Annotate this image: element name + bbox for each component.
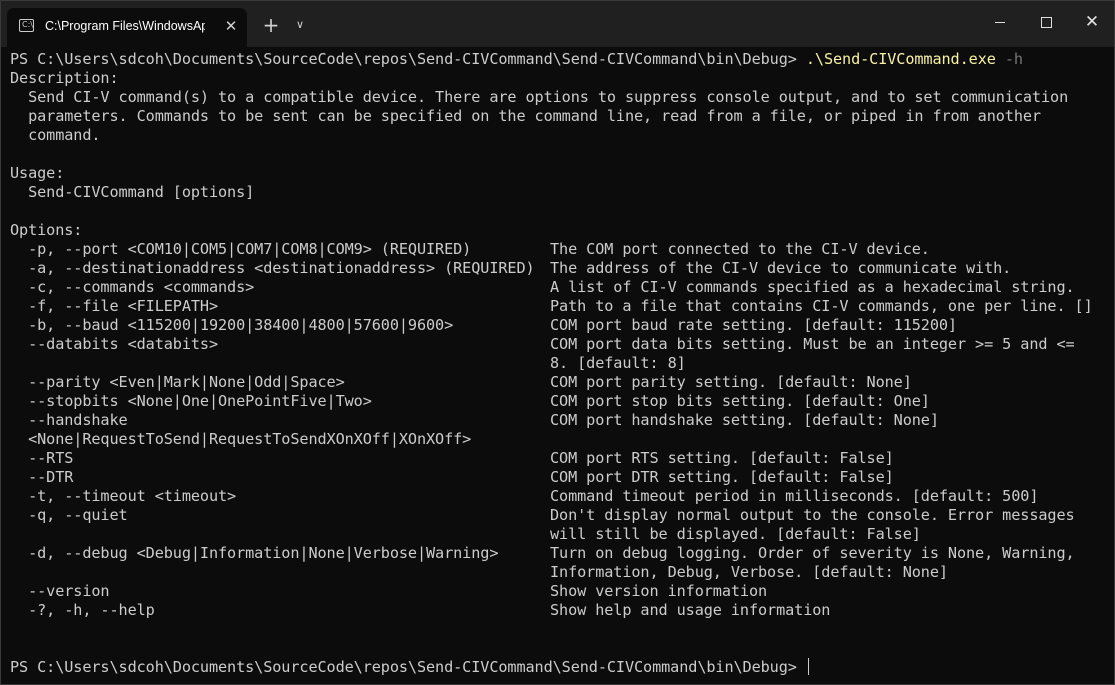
- maximize-button[interactable]: [1023, 9, 1069, 37]
- option-flag: --version: [10, 582, 110, 600]
- options-list: -p, --port <COM10|COM5|COM7|COM8|COM9> (…: [10, 240, 1110, 620]
- usage-header: Usage:: [10, 164, 65, 182]
- option-description: Don't display normal output to the conso…: [550, 506, 1075, 524]
- option-description: COM port data bits setting. Must be an i…: [550, 335, 1075, 353]
- minimize-button[interactable]: [977, 9, 1023, 37]
- option-row: -q, --quiet Don't display normal output t…: [10, 506, 1110, 525]
- close-tab-icon[interactable]: ✕: [219, 14, 243, 38]
- chevron-down-icon[interactable]: ∨: [289, 13, 311, 37]
- option-flag: -a, --destinationaddress <destinationadd…: [10, 259, 535, 277]
- close-window-button[interactable]: ✕: [1069, 9, 1115, 37]
- option-flag: --stopbits <None|One|OnePointFive|Two>: [10, 392, 372, 410]
- option-row: -c, --commands <commands> A list of CI-V …: [10, 278, 1110, 297]
- option-description: COM port baud rate setting. [default: 11…: [550, 316, 957, 334]
- option-row: -b, --baud <115200|19200|38400|4800|5760…: [10, 316, 1110, 335]
- option-description: COM port stop bits setting. [default: On…: [550, 392, 930, 410]
- terminal-window: C:\ C:\Program Files\WindowsAp ✕ + ∨ ✕ P…: [0, 0, 1115, 685]
- option-row: --parity <Even|Mark|None|Odd|Space> COM p…: [10, 373, 1110, 392]
- option-description: 8. [default: 8]: [550, 354, 686, 372]
- description-line: Send CI-V command(s) to a compatible dev…: [10, 88, 1069, 106]
- title-bar[interactable]: C:\ C:\Program Files\WindowsAp ✕ + ∨ ✕: [1, 1, 1114, 47]
- option-row: --databits <databits> COM port data bits …: [10, 335, 1110, 354]
- option-row: --stopbits <None|One|OnePointFive|Two> CO…: [10, 392, 1110, 411]
- command-flag: -h: [1004, 50, 1023, 68]
- option-description: Show help and usage information: [550, 601, 831, 619]
- terminal-icon: C:\: [19, 19, 34, 32]
- option-flag: -b, --baud <115200|19200|38400|4800|5760…: [10, 316, 454, 334]
- option-description: The COM port connected to the CI-V devic…: [550, 240, 930, 258]
- maximize-icon: [1041, 17, 1052, 28]
- option-description: will still be displayed. [default: False…: [550, 525, 921, 543]
- command-text: .\Send-CIVCommand.exe: [805, 50, 996, 68]
- new-tab-button[interactable]: +: [259, 13, 283, 37]
- option-row: -p, --port <COM10|COM5|COM7|COM8|COM9> (…: [10, 240, 1110, 259]
- option-flag: -t, --timeout <timeout>: [10, 487, 237, 505]
- option-flag: -c, --commands <commands>: [10, 278, 255, 296]
- tab-powershell[interactable]: C:\ C:\Program Files\WindowsAp ✕: [7, 8, 247, 47]
- prompt: PS C:\Users\sdcoh\Documents\SourceCode\r…: [10, 50, 797, 68]
- option-description: Show version information: [550, 582, 768, 600]
- option-row: <None|RequestToSend|RequestToSendXOnXOff…: [10, 430, 1110, 449]
- command-line: PS C:\Users\sdcoh\Documents\SourceCode\r…: [10, 50, 1110, 69]
- option-row: 8. [default: 8]: [10, 354, 1110, 373]
- option-flag: <None|RequestToSend|RequestToSendXOnXOff…: [10, 430, 472, 448]
- description-line: parameters. Commands to be sent can be s…: [10, 107, 1041, 125]
- minimize-icon: [995, 22, 1005, 23]
- option-row: --DTR COM port DTR setting. [default: Fal…: [10, 468, 1110, 487]
- option-row: -f, --file <FILEPATH> Path to a file that…: [10, 297, 1110, 316]
- option-flag: -p, --port <COM10|COM5|COM7|COM8|COM9> (…: [10, 240, 472, 258]
- option-flag: -?, -h, --help: [10, 601, 155, 619]
- option-row: -t, --timeout <timeout> Command timeout p…: [10, 487, 1110, 506]
- option-row: --handshake COM port handshake setting. […: [10, 411, 1110, 430]
- option-row: -?, -h, --help Show help and usage inform…: [10, 601, 1110, 620]
- option-row: --RTS COM port RTS setting. [default: Fal…: [10, 449, 1110, 468]
- option-row: will still be displayed. [default: False…: [10, 525, 1110, 544]
- option-flag: --DTR: [10, 468, 74, 486]
- option-description: A list of CI-V commands specified as a h…: [550, 278, 1075, 296]
- option-flag: --databits <databits>: [10, 335, 219, 353]
- option-flag: -f, --file <FILEPATH>: [10, 297, 219, 315]
- final-prompt: PS C:\Users\sdcoh\Documents\SourceCode\r…: [10, 658, 797, 676]
- option-row: --version Show version information: [10, 582, 1110, 601]
- option-flag: -q, --quiet: [10, 506, 128, 524]
- option-flag: --RTS: [10, 449, 74, 467]
- tab-title: C:\Program Files\WindowsAp: [45, 19, 205, 33]
- option-description: COM port parity setting. [default: None]: [550, 373, 912, 391]
- option-description: Information, Debug, Verbose. [default: N…: [550, 563, 948, 581]
- terminal-output[interactable]: PS C:\Users\sdcoh\Documents\SourceCode\r…: [10, 50, 1110, 680]
- usage-line: Send-CIVCommand [options]: [10, 183, 255, 201]
- description-line: command.: [10, 126, 101, 144]
- option-row: Information, Debug, Verbose. [default: N…: [10, 563, 1110, 582]
- option-row: -a, --destinationaddress <destinationadd…: [10, 259, 1110, 278]
- text-cursor: [807, 658, 809, 675]
- option-flag: --handshake: [10, 411, 128, 429]
- options-header: Options:: [10, 221, 83, 239]
- option-description: COM port RTS setting. [default: False]: [550, 449, 894, 467]
- option-description: COM port DTR setting. [default: False]: [550, 468, 894, 486]
- option-flag: -d, --debug <Debug|Information|None|Verb…: [10, 544, 499, 562]
- final-prompt-line[interactable]: PS C:\Users\sdcoh\Documents\SourceCode\r…: [10, 658, 1110, 677]
- option-flag: --parity <Even|Mark|None|Odd|Space>: [10, 373, 345, 391]
- option-description: Turn on debug logging. Order of severity…: [550, 544, 1075, 562]
- option-description: Command timeout period in milliseconds. …: [550, 487, 1039, 505]
- option-description: The address of the CI-V device to commun…: [550, 259, 1012, 277]
- option-description: Path to a file that contains CI-V comman…: [550, 297, 1093, 315]
- option-row: -d, --debug <Debug|Information|None|Verb…: [10, 544, 1110, 563]
- option-description: COM port handshake setting. [default: No…: [550, 411, 939, 429]
- close-icon: ✕: [1084, 12, 1100, 32]
- description-header: Description:: [10, 69, 119, 87]
